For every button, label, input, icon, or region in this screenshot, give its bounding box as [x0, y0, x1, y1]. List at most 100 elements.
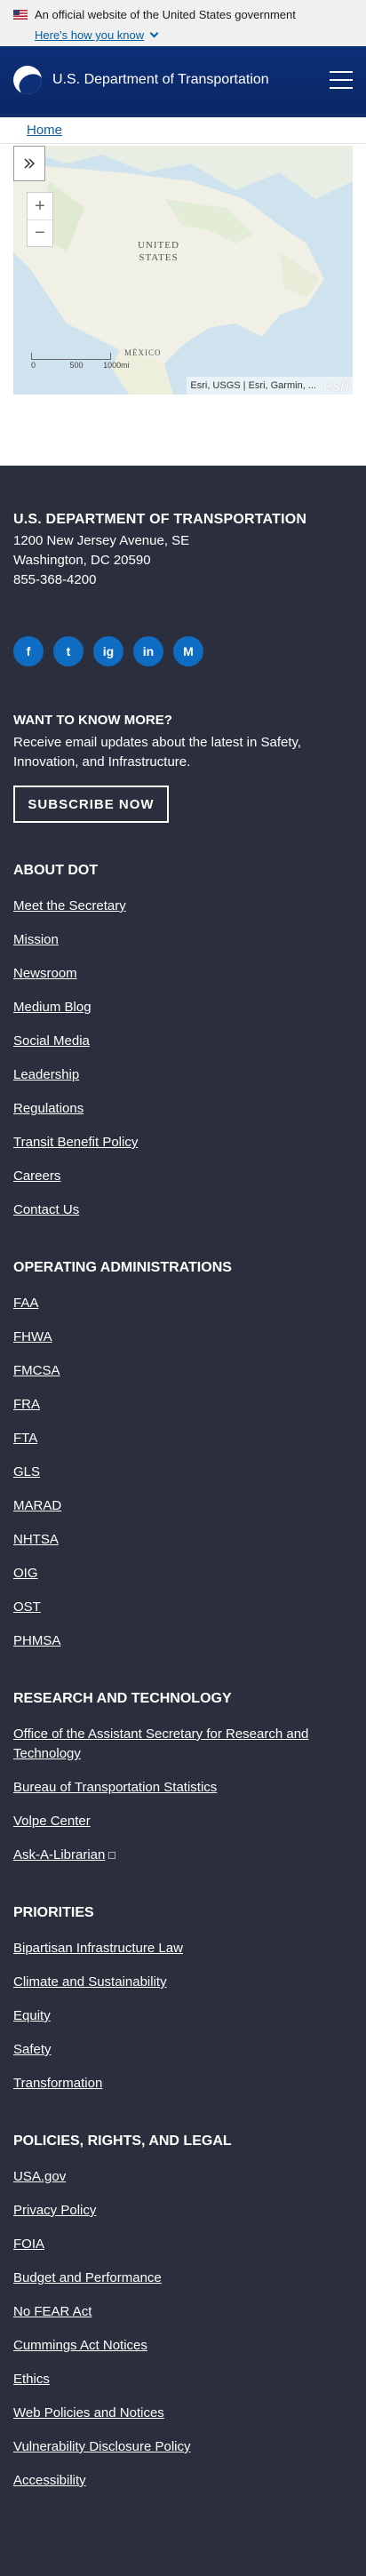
footer-phone: 855-368-4200: [13, 572, 97, 587]
attribution-text: Esri, USGS | Esri, Garmin, ...: [190, 380, 316, 391]
footer-link[interactable]: GLS: [13, 1463, 353, 1482]
footer-bottom-spacer: [13, 2505, 353, 2576]
footer-link[interactable]: Cummings Act Notices: [13, 2336, 353, 2356]
breadcrumb: Home: [0, 117, 366, 144]
twitter-icon[interactable]: t: [53, 636, 84, 666]
subscribe-button[interactable]: SUBSCRIBE NOW: [13, 786, 169, 823]
policies-title: POLICIES, RIGHTS, AND LEGAL: [13, 2133, 232, 2149]
linkedin-glyph: in: [142, 644, 155, 658]
footer-link-label: Ask-A-Librarian: [13, 1847, 106, 1862]
map[interactable]: + − UNITED STATES MÉXICO 0 500 1000mi Es…: [13, 146, 353, 395]
footer-link[interactable]: Safety: [13, 2040, 353, 2060]
footer-link[interactable]: Vulnerability Disclosure Policy: [13, 2437, 353, 2457]
newsletter-text: Receive email updates about the latest i…: [13, 735, 302, 770]
linkedin-icon[interactable]: in: [133, 636, 163, 666]
footer-link[interactable]: Privacy Policy: [13, 2201, 353, 2221]
footer-link[interactable]: PHMSA: [13, 1631, 353, 1651]
instagram-icon[interactable]: ig: [93, 636, 123, 666]
double-chevron-right-icon: [24, 158, 36, 169]
about-dot-title: ABOUT DOT: [13, 863, 99, 878]
footer-link[interactable]: Leadership: [13, 1065, 353, 1085]
social-links: f t ig in M: [13, 636, 353, 666]
footer-link[interactable]: OST: [13, 1598, 353, 1617]
medium-icon[interactable]: M: [173, 636, 203, 666]
footer-address-line1: 1200 New Jersey Avenue, SE: [13, 533, 190, 548]
footer-link[interactable]: FOIA: [13, 2235, 353, 2254]
site-header: U.S. Department of Transportation: [0, 46, 366, 117]
research-links: Office of the Assistant Secretary for Re…: [13, 1725, 353, 1865]
footer-link[interactable]: Budget and Performance: [13, 2269, 353, 2288]
map-scale-bar: [31, 353, 111, 360]
footer-link[interactable]: Regulations: [13, 1099, 353, 1119]
footer-link[interactable]: Transformation: [13, 2074, 353, 2093]
map-label-united: UNITED: [138, 240, 179, 251]
external-link-icon: [108, 1852, 116, 1859]
dot-logo[interactable]: [13, 66, 42, 94]
medium-glyph: M: [183, 644, 194, 658]
footer-link-external[interactable]: Ask-A-Librarian: [13, 1846, 353, 1865]
footer-link[interactable]: Climate and Sustainability: [13, 1973, 353, 1992]
site-title[interactable]: U.S. Department of Transportation: [52, 72, 269, 88]
menu-icon-bar: [330, 87, 353, 89]
operating-admins-links: FAA FHWA FMCSA FRA FTA GLS MARAD NHTSA O…: [13, 1294, 353, 1651]
map-label-mexico: MÉXICO: [124, 348, 162, 357]
footer-link[interactable]: USA.gov: [13, 2167, 353, 2187]
footer-link[interactable]: Medium Blog: [13, 998, 353, 1017]
menu-icon-bar: [330, 71, 353, 73]
footer-link[interactable]: Office of the Assistant Secretary for Re…: [13, 1725, 353, 1764]
map-label-states: STATES: [139, 252, 179, 263]
footer-link[interactable]: Bipartisan Infrastructure Law: [13, 1939, 353, 1958]
footer-link[interactable]: Web Policies and Notices: [13, 2404, 353, 2423]
footer-link[interactable]: Careers: [13, 1167, 353, 1186]
operating-admins-title: OPERATING ADMINISTRATIONS: [13, 1260, 232, 1275]
map-label-us: UNITED STATES: [138, 239, 179, 264]
footer-link[interactable]: MARAD: [13, 1496, 353, 1516]
gov-banner: An official website of the United States…: [0, 0, 366, 46]
facebook-icon[interactable]: f: [13, 636, 44, 666]
footer-link[interactable]: No FEAR Act: [13, 2302, 353, 2322]
priorities-links: Bipartisan Infrastructure Law Climate an…: [13, 1939, 353, 2093]
footer-address-line2: Washington, DC 20590: [13, 553, 151, 568]
footer-link[interactable]: Contact Us: [13, 1200, 353, 1220]
map-scale-labels: 0 500 1000mi: [31, 361, 130, 370]
footer-link[interactable]: FRA: [13, 1395, 353, 1415]
footer-link[interactable]: Ethics: [13, 2370, 353, 2389]
scale-0: 0: [31, 361, 36, 370]
footer-link[interactable]: FHWA: [13, 1328, 353, 1347]
footer-link[interactable]: Equity: [13, 2006, 353, 2026]
heres-how-you-know-link[interactable]: Here's how you know: [35, 28, 353, 42]
breadcrumb-home-link[interactable]: Home: [27, 123, 62, 138]
priorities-title: PRIORITIES: [13, 1905, 94, 1920]
map-zoom-control: + −: [27, 192, 53, 247]
newsletter-title: WANT TO KNOW MORE?: [13, 713, 172, 728]
map-expand-button[interactable]: [13, 146, 45, 181]
zoom-in-button[interactable]: +: [28, 193, 52, 219]
esri-logo: esri: [322, 376, 349, 395]
instagram-glyph: ig: [102, 644, 115, 658]
about-dot-links: Meet the Secretary Mission Newsroom Medi…: [13, 897, 353, 1220]
footer-link[interactable]: Meet the Secretary: [13, 897, 353, 916]
footer-link[interactable]: Volpe Center: [13, 1812, 353, 1831]
zoom-out-button[interactable]: −: [28, 219, 52, 246]
policies-links: USA.gov Privacy Policy FOIA Budget and P…: [13, 2167, 353, 2491]
twitter-glyph: t: [66, 644, 71, 658]
footer-link[interactable]: FMCSA: [13, 1361, 353, 1381]
footer-link[interactable]: Newsroom: [13, 964, 353, 984]
facebook-glyph: f: [26, 644, 31, 658]
footer-link[interactable]: Mission: [13, 930, 353, 950]
footer-link[interactable]: Accessibility: [13, 2471, 353, 2491]
footer-link[interactable]: Transit Benefit Policy: [13, 1133, 353, 1152]
footer-link[interactable]: Social Media: [13, 1032, 353, 1051]
footer-link[interactable]: NHTSA: [13, 1530, 353, 1550]
footer-address: 1200 New Jersey Avenue, SE Washington, D…: [13, 531, 353, 590]
heres-how-you-know-label: Here's how you know: [35, 28, 145, 42]
scale-1000: 1000mi: [103, 361, 130, 370]
footer-link[interactable]: FTA: [13, 1429, 353, 1448]
menu-button[interactable]: [330, 71, 353, 89]
map-attribution[interactable]: Esri, USGS | Esri, Garmin, ... esri: [187, 377, 353, 395]
footer-link[interactable]: OIG: [13, 1564, 353, 1583]
menu-icon-bar: [330, 79, 353, 81]
gov-banner-text: An official website of the United States…: [35, 7, 296, 21]
footer-link[interactable]: FAA: [13, 1294, 353, 1313]
footer-link[interactable]: Bureau of Transportation Statistics: [13, 1778, 353, 1798]
